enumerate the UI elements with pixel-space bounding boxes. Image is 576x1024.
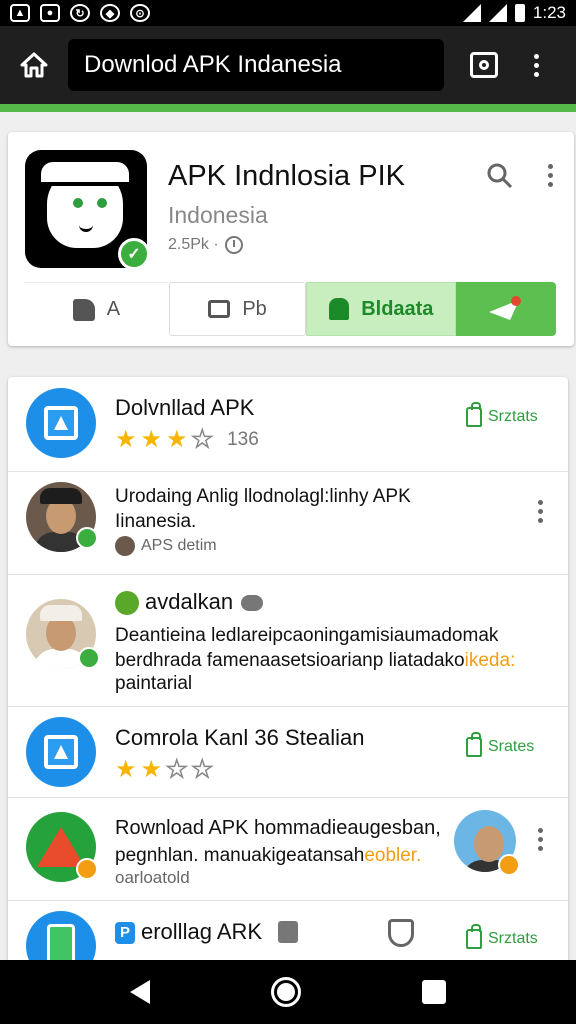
signal-icon	[488, 4, 507, 22]
tab-switcher-button[interactable]	[470, 52, 498, 78]
game-icon: ◆	[100, 4, 120, 22]
recents-button[interactable]	[421, 980, 446, 1004]
leaf-badge-icon	[76, 527, 98, 549]
clock-time: 1:23	[532, 3, 566, 22]
app-menu-button[interactable]	[540, 164, 560, 187]
cloud-icon	[241, 595, 264, 612]
overflow-menu-button[interactable]	[526, 53, 546, 77]
star-icon: ★	[166, 426, 188, 453]
clock-icon	[224, 236, 243, 254]
app-meta: 2.5Pk ·	[168, 236, 243, 254]
star-icon: ★	[140, 426, 163, 453]
install-label: Bldaata	[361, 297, 434, 320]
verified-badge-icon: ✓	[118, 238, 150, 270]
rating-stars: ★ ★ ★ ★	[115, 755, 214, 784]
shield-icon	[388, 919, 414, 947]
app-size: 2.5Pk ·	[168, 236, 219, 253]
install-link[interactable]: Srztats	[466, 924, 538, 949]
item-title: Dolvnllad APK	[115, 395, 255, 420]
browser-toolbar: Downlod APK Indanesia	[0, 26, 576, 104]
rating-stars: ★ ★ ★ ★ 136	[115, 425, 259, 454]
leaf-icon	[115, 591, 139, 616]
verified-badge-icon	[78, 647, 100, 669]
app-header-card: ✓ APK Indnlosia PIK Indonesia 2.5Pk · A …	[8, 132, 574, 346]
send-icon	[489, 296, 523, 322]
item-title: Comrola Kanl 36 Stealian	[115, 725, 365, 750]
like-button[interactable]: A	[24, 282, 169, 336]
thumbs-up-icon	[72, 298, 95, 321]
notification-icon: ▲	[10, 4, 30, 22]
app-title: APK Indnlosia PIK	[168, 160, 405, 192]
android-icon	[329, 298, 350, 320]
item-text-line2: berdhrada famenaasetsioarianp liatadakoi…	[115, 650, 516, 671]
item-text-line1: Urodaing Anlig llodnolagl:linhy APK	[115, 486, 411, 507]
p-icon: P	[115, 922, 135, 945]
wifi-icon	[462, 4, 481, 22]
list-item[interactable]: Rownload APK hommadieaugesban, pegnhlan.…	[8, 798, 568, 901]
item-text-line3: paintarial	[115, 673, 193, 694]
download-icon: ⊙	[130, 4, 150, 22]
item-text-line3: oarloatold	[115, 868, 190, 887]
home-icon	[20, 52, 48, 78]
shopping-bag-icon	[466, 732, 482, 757]
comment-icon	[208, 300, 231, 318]
list-item[interactable]: avdalkan Deantieina ledlareipcaoningamis…	[8, 575, 568, 707]
list-item[interactable]: Urodaing Anlig llodnolagl:linhy APK Iina…	[8, 472, 568, 575]
lock-icon	[278, 921, 298, 943]
item-subtext: APS detim	[115, 536, 217, 556]
badge-icon	[76, 858, 98, 880]
comment-button[interactable]: Pb	[168, 282, 307, 336]
comment-label: Pb	[242, 297, 267, 320]
item-title: avdalkan	[115, 589, 264, 616]
tab-icon	[479, 60, 489, 70]
item-text-line2: Iinanesia.	[115, 511, 197, 532]
app-icon	[26, 388, 96, 458]
install-link[interactable]: Srztats	[466, 402, 538, 427]
address-bar[interactable]: Downlod APK Indanesia	[68, 39, 444, 91]
battery-icon	[514, 4, 525, 22]
install-button[interactable]: Bldaata	[306, 282, 457, 336]
results-list: Dolvnllad APK ★ ★ ★ ★ 136 Srztats Urodaing …	[8, 377, 568, 977]
app-subtitle: Indonesia	[168, 202, 268, 228]
page-title: Downlod APK Indanesia	[84, 51, 342, 78]
like-label: A	[106, 298, 121, 320]
back-button[interactable]	[130, 980, 151, 1004]
star-icon: ★	[140, 756, 163, 783]
system-nav-bar	[0, 960, 576, 1024]
share-button[interactable]	[456, 282, 556, 336]
toolbar-accent-bar	[0, 104, 576, 112]
item-text-line1: Deantieina ledlareipcaoningamisiaumadoma…	[115, 625, 499, 646]
install-link[interactable]: Srates	[466, 732, 535, 757]
list-item[interactable]: Dolvnllad APK ★ ★ ★ ★ 136 Srztats	[8, 377, 568, 472]
item-text-line2: pegnhlan. manuakigeatansaheobler.	[115, 845, 422, 866]
sync-icon: ↻	[70, 4, 90, 22]
star-icon: ★	[115, 426, 137, 453]
item-menu-button[interactable]	[530, 828, 550, 851]
search-button[interactable]	[486, 162, 514, 195]
status-bar: ▲ ● ↻ ◆ ⊙ 1:23	[0, 0, 576, 26]
install-label: Srztats	[488, 408, 538, 425]
search-icon	[487, 163, 513, 189]
item-title: Perolllag ARK	[115, 919, 262, 945]
small-avatar	[115, 536, 135, 556]
star-icon: ★	[115, 756, 137, 783]
item-text-line1: Rownload APK hommadieaugesban,	[115, 817, 441, 839]
star-empty-icon: ★	[191, 425, 214, 454]
install-label: Srztats	[488, 930, 538, 947]
star-empty-icon: ★	[165, 755, 188, 784]
shopping-bag-icon	[466, 924, 482, 949]
badge-icon	[498, 854, 520, 876]
shopping-bag-icon	[466, 402, 482, 427]
home-button[interactable]	[12, 43, 56, 87]
item-menu-button[interactable]	[530, 500, 550, 523]
app-icon	[26, 717, 96, 787]
rating-count: 136	[227, 428, 259, 450]
home-nav-button[interactable]	[270, 977, 301, 1007]
list-item[interactable]: Comrola Kanl 36 Stealian ★ ★ ★ ★ Srates	[8, 707, 568, 798]
app-notification-icon: ●	[40, 4, 60, 22]
install-label: Srates	[488, 738, 535, 755]
action-bar: A Pb Bldaata	[24, 282, 556, 336]
star-empty-icon: ★	[191, 755, 214, 784]
